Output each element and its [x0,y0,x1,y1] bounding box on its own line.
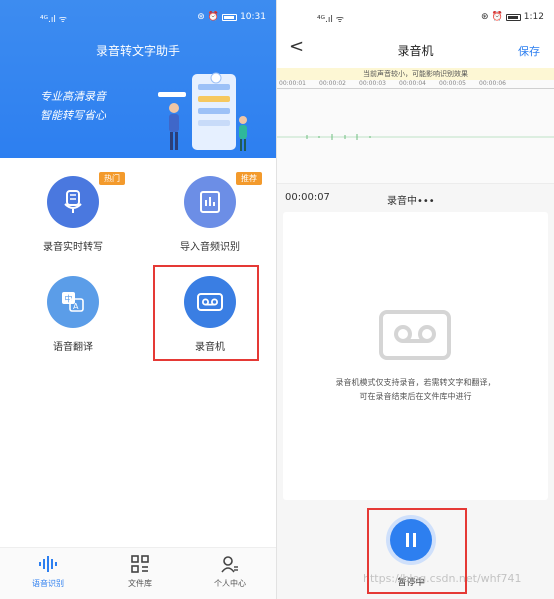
tab-label: 个人中心 [214,579,246,588]
ruler-tick: 00:00:05 [439,80,466,87]
recording-status: 录音中••• [387,196,435,207]
hot-badge: 热门 [99,172,125,185]
tab-label: 语音识别 [32,579,64,588]
home-screen: ⁴ᴳ.ıl ᯤ ⊛ ⏰ 10:31 录音转文字助手 专业高清录音 智能转写省心 [0,0,276,599]
tab-label: 文件库 [128,579,152,588]
tab-profile[interactable]: 个人中心 [200,554,260,589]
audio-waveform [277,134,554,140]
recommend-badge: 推荐 [236,172,262,185]
status-time: 1:12 [523,12,544,22]
app-title: 录音转文字助手 [95,44,180,58]
microphone-icon: 热门 [47,172,125,228]
ruler-tick: 00:00:02 [319,80,346,87]
audio-file-icon: 推荐 [184,172,262,228]
elapsed-time: 00:00:07 [285,192,330,203]
volume-warning-banner: 当前声音较小，可能影响识别效果 [277,68,554,80]
signal-icon: ⁴ᴳ.ıl ᯤ [40,15,67,25]
pause-highlight-box [367,508,467,594]
ruler-tick: 00:00:06 [479,80,506,87]
hero-illustration [158,72,247,151]
recorder-top-bar: ⁴ᴳ.ıl ᯤ ⊛ ⏰ 1:12 < 录音机 保存 [277,0,554,68]
tab-file-library[interactable]: 文件库 [110,554,170,589]
bottom-tab-bar: 语音识别 文件库 个人中心 [0,547,276,599]
feature-label: 语音翻译 [53,342,93,353]
ruler-tick: 00:00:04 [399,80,426,87]
signal-icon: ⁴ᴳ.ıl ᯤ [317,15,344,25]
page-title: 录音机 [397,44,434,58]
battery-icon [505,13,521,21]
waveform-icon [18,554,78,574]
save-button[interactable]: 保存 [518,43,540,59]
grid-icon [110,554,170,574]
battery-icon [222,13,238,21]
feature-label: 导入音频识别 [180,242,240,253]
waveform-panel: 00:00:01 00:00:02 00:00:03 00:00:04 00:0… [277,80,554,184]
svg-text:A: A [73,302,79,311]
feature-voice-translate[interactable]: 中A 语音翻译 [40,276,106,353]
ruler-tick: 00:00:01 [279,80,306,87]
slogan-line-1: 专业高清录音 [40,90,106,103]
status-bar: ⁴ᴳ.ıl ᯤ ⊛ ⏰ 10:31 [0,0,276,28]
tab-speech-recognition[interactable]: 语音识别 [18,554,78,589]
recorder-info-card: 录音机模式仅支持录音，若需转文字和翻译， 可在录音结束后在文件库中进行 [283,212,548,500]
translate-icon: 中A [47,276,99,328]
alarm-icon: ⏰ [491,12,503,22]
feature-import-audio[interactable]: 推荐 导入音频识别 [170,172,262,253]
alarm-icon: ⏰ [207,12,220,22]
recorder-highlight-box [153,265,259,361]
nfc-icon: ⊛ [481,12,489,22]
hint-line-2: 可在录音结束后在文件库中进行 [359,392,472,401]
user-icon [200,554,260,574]
nfc-icon: ⊛ [197,12,205,22]
slogan-line-2: 智能转写省心 [40,109,106,122]
recorder-mode-hint: 录音机模式仅支持录音，若需转文字和翻译， 可在录音结束后在文件库中进行 [297,376,534,404]
cassette-tape-icon [379,310,451,360]
status-time: 10:31 [240,12,266,22]
ruler-tick: 00:00:03 [359,80,386,87]
status-bar: ⁴ᴳ.ıl ᯤ ⊛ ⏰ 1:12 [277,0,554,28]
feature-realtime-transcribe[interactable]: 热门 录音实时转写 [40,172,125,253]
time-ruler: 00:00:01 00:00:02 00:00:03 00:00:04 00:0… [277,80,554,89]
hint-line-1: 录音机模式仅支持录音，若需转文字和翻译， [335,378,496,387]
feature-label: 录音实时转写 [43,242,103,253]
home-header-banner: ⁴ᴳ.ıl ᯤ ⊛ ⏰ 10:31 录音转文字助手 专业高清录音 智能转写省心 [0,0,276,158]
recording-info-row: 00:00:07 录音中••• [277,188,554,208]
